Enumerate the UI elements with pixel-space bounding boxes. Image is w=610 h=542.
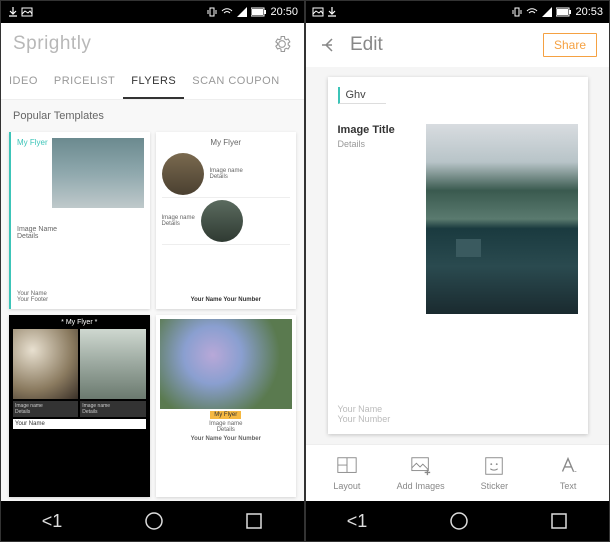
status-time: 20:53 [575, 6, 603, 18]
template-card[interactable]: * My Flyer * Image nameDetails Image nam… [9, 315, 150, 497]
sticker-icon [482, 455, 506, 477]
page-title: Edit [350, 34, 383, 56]
add-image-icon [409, 455, 433, 477]
status-bar: 20:50 [1, 1, 304, 23]
template-card[interactable]: My Flyer Image name Details Your Name Yo… [156, 315, 297, 497]
wifi-icon [221, 6, 233, 18]
app-title: Sprightly [13, 33, 91, 55]
layout-icon [335, 455, 359, 477]
nav-home-button[interactable] [449, 511, 469, 531]
template-image [162, 153, 204, 195]
template-image [201, 200, 243, 242]
nav-back-button[interactable]: <1 [42, 511, 63, 532]
flyer-image[interactable] [426, 124, 578, 314]
battery-icon [556, 7, 572, 17]
vibrate-icon [206, 6, 218, 18]
template-card[interactable]: My Flyer Image Name Details Your Name Yo… [9, 132, 150, 309]
tab-scan-coupon[interactable]: SCAN COUPON [184, 65, 287, 99]
edit-header: Edit Share [306, 23, 609, 67]
template-image [52, 138, 144, 208]
tool-bar: Layout Add Images Sticker Text [306, 444, 609, 501]
layout-tool[interactable]: Layout [310, 455, 384, 491]
template-card[interactable]: My Flyer Image name Details Image name D… [156, 132, 297, 309]
tab-video[interactable]: IDEO [1, 65, 46, 99]
image-title[interactable]: Image Title [338, 124, 418, 136]
app-header: Sprightly [1, 23, 304, 65]
canvas-area: Ghv Image Title Details Your Name Your N… [306, 67, 609, 444]
template-label: * My Flyer * [13, 319, 146, 326]
status-time: 20:50 [270, 6, 298, 18]
battery-icon [251, 7, 267, 17]
nav-recent-button[interactable] [245, 512, 263, 530]
template-image [13, 329, 78, 399]
template-image [80, 329, 145, 399]
tab-pricelist[interactable]: PRICELIST [46, 65, 123, 99]
image-icon [21, 6, 33, 18]
tab-flyers[interactable]: FLYERS [123, 65, 184, 99]
template-label: My Flyer [210, 138, 241, 147]
image-details[interactable]: Details [338, 139, 418, 149]
sticker-tool[interactable]: Sticker [458, 455, 532, 491]
share-button[interactable]: Share [543, 33, 597, 57]
nav-back-button[interactable]: <1 [347, 511, 368, 532]
flyer-tag[interactable]: Ghv [338, 87, 386, 104]
template-grid: My Flyer Image Name Details Your Name Yo… [1, 128, 304, 501]
gear-icon[interactable] [272, 34, 292, 54]
signal-icon [236, 6, 248, 18]
download-icon [7, 6, 19, 18]
nav-recent-button[interactable] [550, 512, 568, 530]
nav-home-button[interactable] [144, 511, 164, 531]
wifi-icon [526, 6, 538, 18]
text-icon [556, 455, 580, 477]
back-icon[interactable] [318, 35, 338, 55]
vibrate-icon [511, 6, 523, 18]
template-label: My Flyer [17, 138, 48, 147]
your-name-field[interactable]: Your Name [338, 404, 578, 414]
flyer-canvas[interactable]: Ghv Image Title Details Your Name Your N… [328, 77, 588, 434]
add-images-tool[interactable]: Add Images [384, 455, 458, 491]
template-label: My Flyer [210, 411, 241, 419]
your-number-field[interactable]: Your Number [338, 414, 578, 424]
status-bar: 20:53 [306, 1, 609, 23]
tab-bar: IDEO PRICELIST FLYERS SCAN COUPON [1, 65, 304, 100]
text-tool[interactable]: Text [531, 455, 605, 491]
image-icon [312, 6, 324, 18]
download-icon [326, 6, 338, 18]
nav-bar: <1 [306, 501, 609, 541]
signal-icon [541, 6, 553, 18]
template-image [160, 319, 293, 409]
section-label: Popular Templates [1, 100, 304, 128]
nav-bar: <1 [1, 501, 304, 541]
